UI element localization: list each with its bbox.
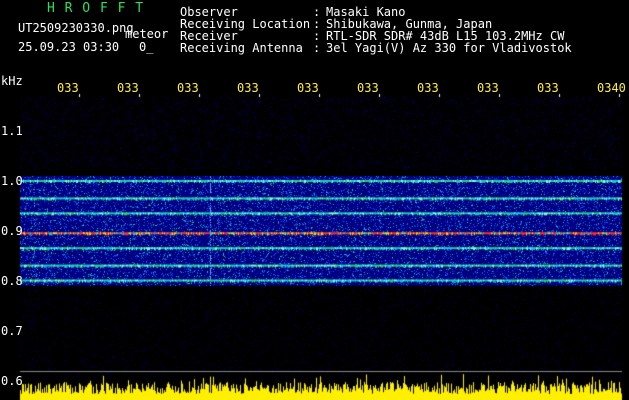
y-tick-label: 0.7 <box>1 324 23 338</box>
field-value-antenna: 3el Yagi(V) Az 330 for Vladivostok <box>326 41 572 55</box>
y-tick-label: 1.1 <box>1 124 23 138</box>
time-tick-label: 033 <box>417 81 439 95</box>
time-tick-label: 033 <box>177 81 199 95</box>
time-tick-label: 033 <box>237 81 259 95</box>
time-tick-label: 033 <box>297 81 319 95</box>
date-time: 25.09.23 03:30 <box>18 40 120 54</box>
y-axis-unit: kHz <box>1 74 23 88</box>
y-tick-label: 1.0 <box>1 174 23 188</box>
spectrogram-canvas <box>0 0 629 400</box>
time-tick-label: 033 <box>57 81 79 95</box>
colon-4: : <box>313 41 321 55</box>
time-tick-label: 033 <box>357 81 379 95</box>
time-tick-label: 033 <box>477 81 499 95</box>
small-value: 0_ <box>139 40 154 54</box>
time-tick-label: 033 <box>537 81 559 95</box>
y-tick-label: 0.6 <box>1 374 23 388</box>
y-tick-label: 0.8 <box>1 274 23 288</box>
field-label-antenna: Receiving Antenna <box>180 41 303 55</box>
mode-label: meteor <box>125 27 169 41</box>
file-name: UT2509230330.png <box>18 21 134 35</box>
y-tick-label: 0.9 <box>1 224 23 238</box>
brand-title: H R O F F T <box>47 1 145 16</box>
time-tick-label: 0340 <box>597 81 626 95</box>
time-tick-label: 033 <box>117 81 139 95</box>
